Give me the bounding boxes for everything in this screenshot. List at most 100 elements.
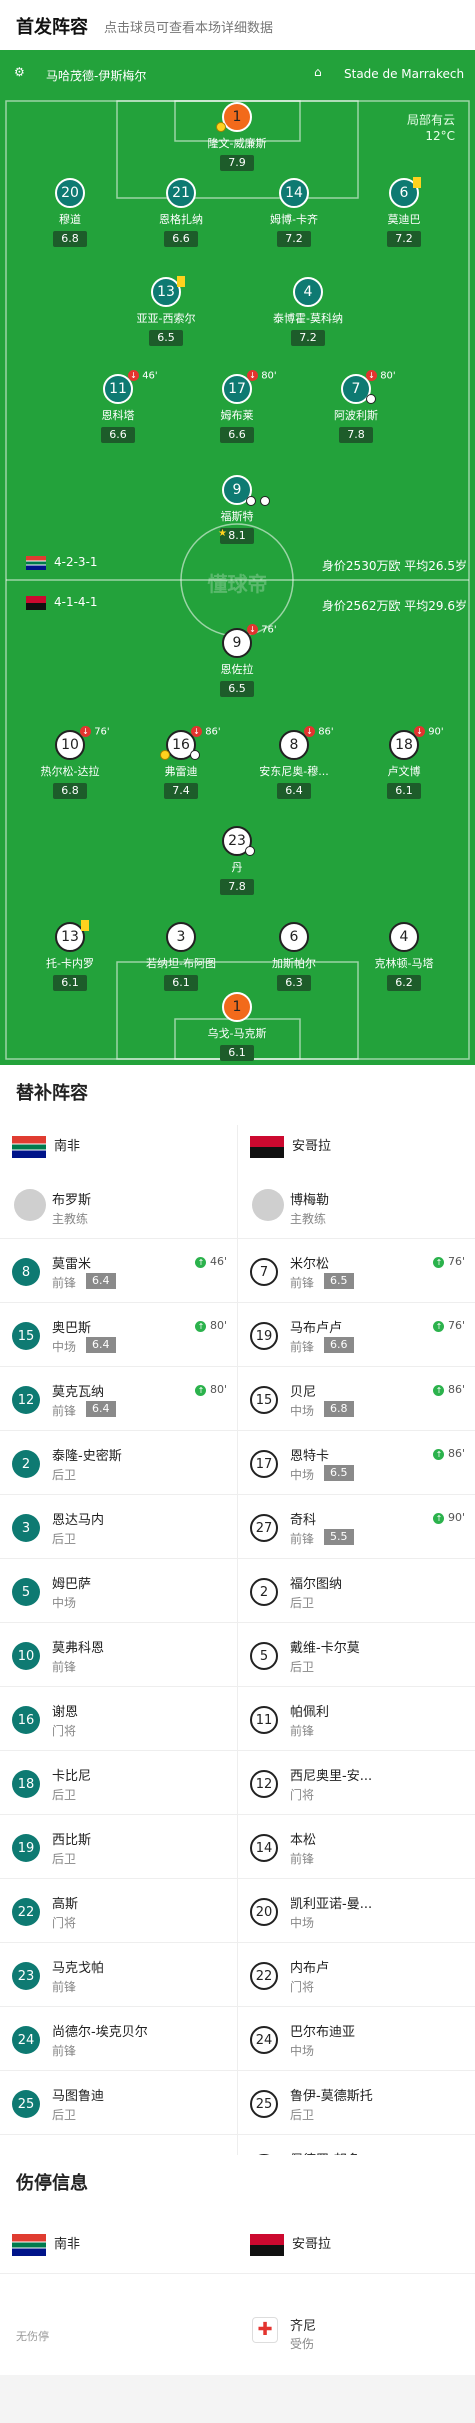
player-name: 丹 bbox=[231, 861, 243, 874]
jersey-number: 8 bbox=[12, 1258, 40, 1286]
player-name: 卡比尼 bbox=[52, 1769, 92, 1784]
player-away[interactable]: 8 安东尼奥-穆... 6.4 bbox=[246, 730, 342, 799]
player-name: 亚亚-西索尔 bbox=[136, 312, 196, 325]
player-position: 前锋 bbox=[290, 1852, 315, 1866]
player-away[interactable]: 13 托-卡内罗 6.1 bbox=[22, 922, 118, 991]
player-position: 后卫 bbox=[52, 1852, 77, 1866]
jersey-number: 12 bbox=[250, 1770, 278, 1798]
player-rating: 6.5 bbox=[324, 1465, 354, 1481]
player-home[interactable]: 21 恩格扎纳 6.6 bbox=[133, 178, 229, 247]
injured-player-name[interactable]: 齐尼 bbox=[290, 2315, 316, 2334]
weather: 局部有云 12°C bbox=[407, 112, 455, 144]
sub-player-row[interactable]: 17 恩特卡 中场 6.5 ↑ 86' bbox=[238, 1431, 475, 1495]
sub-on-event: ↑ 90' bbox=[433, 1511, 465, 1524]
player-away[interactable]: 9 恩佐拉 6.5 bbox=[189, 628, 285, 697]
player-rating: 6.1 bbox=[220, 1045, 254, 1061]
goal-ball-icon bbox=[245, 846, 255, 856]
player-rating: 6.6 bbox=[324, 1337, 354, 1353]
mvp-star-icon: ★ bbox=[218, 528, 227, 539]
player-rating: 7.2 bbox=[291, 330, 325, 346]
player-home[interactable]: 14 姆博-卡齐 7.2 bbox=[246, 178, 342, 247]
player-away[interactable]: 3 若纳坦-布阿图 6.1 bbox=[133, 922, 229, 991]
sub-player-row[interactable]: 25 鲁伊-莫德斯托 后卫 bbox=[238, 2071, 475, 2135]
coach-row[interactable]: 布罗斯 主教练 bbox=[0, 1175, 237, 1239]
formation-text: 4-2-3-1 bbox=[54, 555, 98, 569]
player-away[interactable]: 10 热尔松-达拉 6.8 bbox=[22, 730, 118, 799]
player-home[interactable]: 20 穆道 6.8 bbox=[22, 178, 118, 247]
player-name: 安东尼奥-穆... bbox=[259, 765, 329, 778]
yellow-card-icon bbox=[81, 920, 89, 931]
sub-player-row[interactable]: 19 马布卢卢 前锋 6.6 ↑ 76' bbox=[238, 1303, 475, 1367]
player-name: 帕佩利 bbox=[290, 1705, 330, 1720]
player-home[interactable]: 17 姆布莱 6.6 bbox=[189, 374, 285, 443]
sub-player-row[interactable]: 16 谢恩 门将 bbox=[0, 1687, 237, 1751]
sub-time: 46' bbox=[142, 370, 158, 382]
player-away-gk[interactable]: 1 乌戈-马克斯 6.1 bbox=[189, 992, 285, 1061]
player-home[interactable]: 11 恩科塔 6.6 bbox=[70, 374, 166, 443]
player-name: 隆文-威廉斯 bbox=[207, 137, 267, 150]
player-home[interactable]: 6 莫迪巴 7.2 bbox=[356, 178, 452, 247]
sub-player-row[interactable]: 20 凯利亚诺-曼... 中场 bbox=[238, 1879, 475, 1943]
coach-row[interactable]: 博梅勒 主教练 bbox=[238, 1175, 475, 1239]
player-away[interactable]: 16 弗雷迪 7.4 bbox=[133, 730, 229, 799]
player-home-gk[interactable]: 1 隆文-威廉斯 7.9 bbox=[189, 102, 285, 171]
player-away[interactable]: 4 克林顿-马塔 6.2 bbox=[356, 922, 452, 991]
player-home[interactable]: 4 泰博霍-莫科纳 7.2 bbox=[260, 277, 356, 346]
sub-player-row[interactable]: 12 莫克瓦纳 前锋 6.4 ↑ 80' bbox=[0, 1367, 237, 1431]
sub-player-row[interactable]: 24 尚德尔-埃克贝尔 前锋 bbox=[0, 2007, 237, 2071]
player-away[interactable]: 18 卢文博 6.1 bbox=[356, 730, 452, 799]
player-name: 克林顿-马塔 bbox=[374, 957, 434, 970]
sub-player-row[interactable]: 2 泰隆-史密斯 后卫 bbox=[0, 1431, 237, 1495]
sub-player-row[interactable]: 12 西尼奥里-安... 门将 bbox=[238, 1751, 475, 1815]
yellow-ball-icon bbox=[160, 750, 170, 760]
sub-player-row[interactable]: 22 内布卢 门将 bbox=[238, 1943, 475, 2007]
sub-player-row[interactable]: 5 戴维-卡尔莫 后卫 bbox=[238, 1623, 475, 1687]
no-injury-text: 无伤停 bbox=[16, 2330, 49, 2343]
sub-off-icon: ↓ bbox=[247, 370, 258, 381]
sub-on-icon: ↑ bbox=[195, 1256, 207, 1268]
team-label-away: 安哥拉 bbox=[250, 1135, 331, 1158]
player-home[interactable]: 9 福斯特 8.1 bbox=[189, 475, 285, 544]
jersey-number: 11 bbox=[250, 1706, 278, 1734]
goal-ball-icon bbox=[246, 496, 256, 506]
sub-player-row[interactable]: 27 奇科 前锋 5.5 ↑ 90' bbox=[238, 1495, 475, 1559]
player-away[interactable]: 6 加斯帕尔 6.3 bbox=[246, 922, 342, 991]
sub-on-icon: ↑ bbox=[195, 1384, 207, 1396]
jersey-number: 3 bbox=[12, 1514, 40, 1542]
player-rating: 6.6 bbox=[164, 231, 198, 247]
sub-player-row[interactable]: 10 莫弗科恩 前锋 bbox=[0, 1623, 237, 1687]
player-name: 泰博霍-莫科纳 bbox=[273, 312, 343, 325]
lineup-title: 首发阵容 bbox=[16, 17, 88, 38]
player-position: 前锋 bbox=[290, 1340, 315, 1354]
sub-player-row[interactable]: 15 贝尼 中场 6.8 ↑ 86' bbox=[238, 1367, 475, 1431]
sub-on-event: ↑ 86' bbox=[433, 1383, 465, 1396]
player-away[interactable]: 23 丹 7.8 bbox=[189, 826, 285, 895]
player-name: 姆巴萨 bbox=[52, 1577, 92, 1592]
player-name: 内布卢 bbox=[290, 1961, 330, 1976]
sub-player-row[interactable]: 25 马图鲁迪 后卫 bbox=[0, 2071, 237, 2135]
sub-player-row[interactable]: 19 西比斯 后卫 bbox=[0, 1815, 237, 1879]
player-home[interactable]: 7 阿波利斯 7.8 bbox=[308, 374, 404, 443]
team-label-home: 南非 bbox=[12, 1135, 80, 1158]
footer-spacer bbox=[0, 2375, 475, 2423]
sub-player-row[interactable]: 11 帕佩利 前锋 bbox=[238, 1687, 475, 1751]
player-rating: 7.2 bbox=[277, 231, 311, 247]
sub-player-row[interactable]: 3 恩达马内 后卫 bbox=[0, 1495, 237, 1559]
sub-player-row[interactable]: 14 本松 前锋 bbox=[238, 1815, 475, 1879]
sub-on-icon: ↑ bbox=[433, 1384, 445, 1396]
sub-player-row[interactable]: 7 米尔松 前锋 6.5 ↑ 76' bbox=[238, 1239, 475, 1303]
sub-time: 80' bbox=[380, 370, 396, 382]
sub-player-row[interactable]: 2 福尔图纳 后卫 bbox=[238, 1559, 475, 1623]
sub-player-row[interactable]: 5 姆巴萨 中场 bbox=[0, 1559, 237, 1623]
sub-time: 76' bbox=[447, 1319, 465, 1332]
player-name: 马布卢卢 bbox=[290, 1321, 343, 1336]
sub-player-row[interactable]: 15 奥巴斯 中场 6.4 ↑ 80' bbox=[0, 1303, 237, 1367]
jersey-number: 16 bbox=[12, 1706, 40, 1734]
sub-player-row[interactable]: 24 巴尔布迪亚 中场 bbox=[238, 2007, 475, 2071]
sub-player-row[interactable]: 18 卡比尼 后卫 bbox=[0, 1751, 237, 1815]
player-home[interactable]: 13 亚亚-西索尔 6.5 bbox=[118, 277, 214, 346]
sub-player-row[interactable]: 23 马克戈帕 前锋 bbox=[0, 1943, 237, 2007]
player-name: 谢恩 bbox=[52, 1705, 79, 1720]
sub-player-row[interactable]: 8 莫雷米 前锋 6.4 ↑ 46' bbox=[0, 1239, 237, 1303]
sub-player-row[interactable]: 22 高斯 门将 bbox=[0, 1879, 237, 1943]
